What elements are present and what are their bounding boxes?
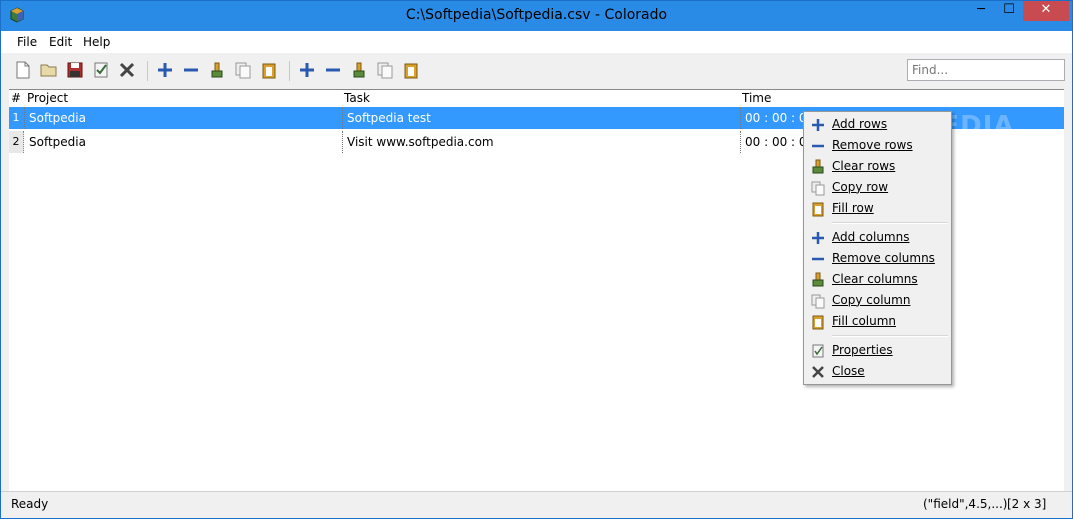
remove-rows-icon[interactable]: [181, 60, 201, 80]
menu-item-fill-row[interactable]: Fill row: [806, 198, 949, 219]
maximize-button[interactable]: ☐: [995, 1, 1023, 21]
remove-columns-icon[interactable]: [323, 60, 343, 80]
minus-icon: [812, 144, 824, 148]
menu-item-label: Clear columns: [832, 272, 918, 286]
row-number[interactable]: 1: [9, 107, 23, 129]
add-columns-icon[interactable]: [297, 60, 317, 80]
toolbar-separator: [289, 61, 290, 81]
status-text: Ready: [11, 497, 49, 511]
find-input[interactable]: [908, 60, 1064, 80]
app-window: C:\Softpedia\Softpedia.csv - Colorado ─ …: [0, 0, 1073, 519]
find-box: [907, 59, 1065, 81]
menu-item-remove-columns[interactable]: Remove columns: [806, 248, 949, 269]
column-divider: [740, 107, 741, 129]
copy-icon: [811, 294, 825, 309]
menu-item-label: Fill column: [832, 314, 897, 328]
cell-task[interactable]: Visit www.softpedia.com: [347, 135, 494, 149]
menu-item-close[interactable]: Close: [806, 361, 949, 382]
menu-separator: [832, 222, 948, 224]
column-divider: [740, 131, 741, 153]
title-bar: C:\Softpedia\Softpedia.csv - Colorado ─ …: [1, 1, 1072, 31]
menu-item-add-rows[interactable]: Add rows: [806, 114, 949, 135]
cell-task[interactable]: Softpedia test: [347, 111, 431, 125]
column-header-time[interactable]: Time: [742, 91, 771, 105]
menu-item-label: Copy column: [832, 293, 911, 307]
grid-header: # Project Task Time: [9, 90, 1064, 106]
cell-project[interactable]: Softpedia: [29, 135, 86, 149]
menu-item-copy-row[interactable]: Copy row: [806, 177, 949, 198]
menu-separator: [832, 335, 948, 337]
row-number[interactable]: 2: [9, 131, 24, 153]
menu-item-label: Remove rows: [832, 138, 913, 152]
copy-column-icon[interactable]: [375, 60, 395, 80]
column-header-project[interactable]: Project: [27, 91, 68, 105]
menu-item-label: Add columns: [832, 230, 910, 244]
add-rows-icon[interactable]: [155, 60, 175, 80]
menu-item-label: Close: [832, 364, 865, 378]
fill-column-icon[interactable]: [401, 60, 421, 80]
eraser-icon: [812, 272, 824, 287]
copy-row-icon[interactable]: [233, 60, 253, 80]
paste-icon: [812, 202, 824, 217]
properties-icon: [812, 344, 824, 358]
menu-item-clear-rows[interactable]: Clear rows: [806, 156, 949, 177]
open-folder-icon[interactable]: [39, 60, 59, 80]
cell-project[interactable]: Softpedia: [29, 111, 86, 125]
menu-item-fill-column[interactable]: Fill column: [806, 311, 949, 332]
close-window-button[interactable]: ✕: [1023, 1, 1069, 21]
plus-icon: [812, 119, 824, 131]
menu-edit[interactable]: Edit: [49, 35, 72, 49]
column-header-number[interactable]: #: [11, 91, 21, 105]
eraser-icon: [812, 159, 824, 174]
menu-item-properties[interactable]: Properties: [806, 340, 949, 361]
menu-item-copy-column[interactable]: Copy column: [806, 290, 949, 311]
menu-item-add-columns[interactable]: Add columns: [806, 227, 949, 248]
column-header-task[interactable]: Task: [344, 91, 370, 105]
menu-item-label: Clear rows: [832, 159, 896, 173]
menu-item-remove-rows[interactable]: Remove rows: [806, 135, 949, 156]
clear-rows-icon[interactable]: [207, 60, 227, 80]
column-divider: [24, 107, 25, 129]
window-title: C:\Softpedia\Softpedia.csv - Colorado: [405, 7, 668, 23]
column-divider: [342, 107, 343, 129]
menu-item-label: Remove columns: [832, 251, 935, 265]
close-icon[interactable]: [117, 60, 137, 80]
copy-icon: [811, 181, 825, 196]
status-bar: Ready ("field",4.5,...) [2 x 3]: [1, 491, 1072, 516]
new-file-icon[interactable]: [13, 60, 33, 80]
toolbar-separator: [147, 61, 148, 81]
close-icon: [812, 366, 824, 378]
status-format: ("field",4.5,...): [923, 497, 1008, 511]
menu-item-label: Properties: [832, 343, 893, 357]
plus-icon: [812, 232, 824, 244]
menu-bar: File Edit Help: [1, 31, 1072, 53]
fill-row-icon[interactable]: [259, 60, 279, 80]
menu-help[interactable]: Help: [83, 35, 110, 49]
paste-icon: [812, 315, 824, 330]
menu-item-label: Add rows: [832, 117, 888, 131]
context-menu: Add rows Remove rows Clear rows Copy row…: [803, 111, 952, 385]
minimize-button[interactable]: ─: [967, 1, 995, 21]
menu-item-label: Fill row: [832, 201, 874, 215]
clear-columns-icon[interactable]: [349, 60, 369, 80]
menu-file[interactable]: File: [17, 35, 37, 49]
menu-item-label: Copy row: [832, 180, 889, 194]
properties-icon[interactable]: [91, 60, 111, 80]
status-size: [2 x 3]: [1007, 497, 1047, 511]
menu-item-clear-columns[interactable]: Clear columns: [806, 269, 949, 290]
column-divider: [342, 131, 343, 153]
save-icon[interactable]: [65, 60, 85, 80]
minus-icon: [812, 257, 824, 261]
